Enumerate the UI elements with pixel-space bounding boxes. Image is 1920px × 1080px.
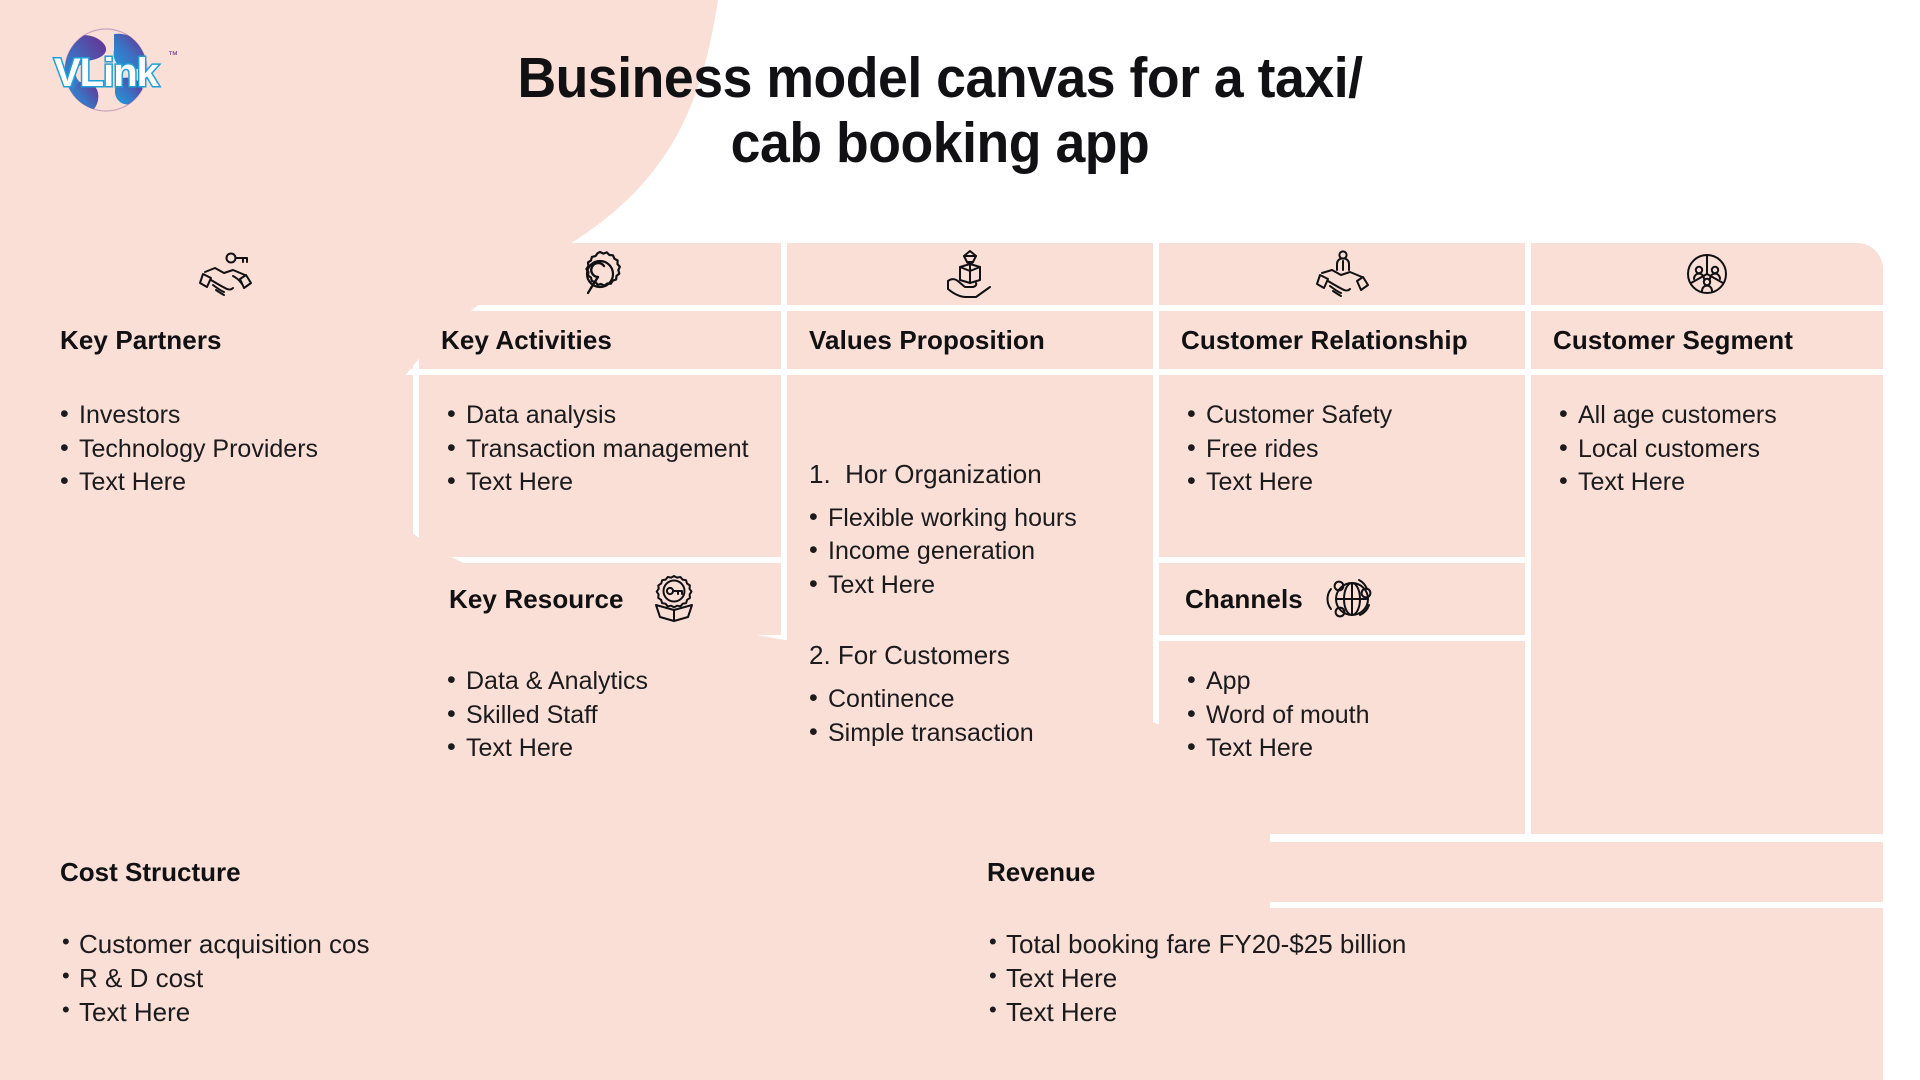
- list-item: Flexible working hours: [809, 501, 1139, 535]
- channels-list: App Word of mouth Text Here: [1187, 664, 1507, 765]
- trademark-symbol: ™: [168, 50, 178, 61]
- gear-wrench-icon: [585, 250, 621, 295]
- list-item: Text Here: [1559, 465, 1865, 499]
- vp-group-1-title: 1. Hor Organization: [809, 458, 1042, 489]
- customer-relationship-list: Customer Safety Free rides Text Here: [1187, 398, 1507, 499]
- list-item: Text Here: [809, 568, 1139, 602]
- values-proposition-body: 1. Hor Organization Flexible working hou…: [787, 375, 1153, 834]
- revenue-list: Total booking fare FY20-$25 billion Text…: [989, 928, 1865, 1028]
- vp-group-1: 1. Hor Organization Flexible working hou…: [809, 459, 1139, 603]
- vp-group-2: 2. For Customers Continence Simple trans…: [809, 640, 1139, 750]
- cost-structure-body: Customer acquisition cos R & D cost Text…: [38, 908, 951, 1080]
- key-activities-icon-cell: [419, 243, 781, 305]
- customer-segment-list: All age customers Local customers Text H…: [1559, 398, 1865, 499]
- cost-structure-title: Cost Structure: [60, 856, 241, 887]
- vp-group-1-list: Flexible working hours Income generation…: [809, 501, 1139, 602]
- list-item: App: [1187, 664, 1507, 698]
- handshake-key-icon: [198, 252, 252, 296]
- column-customer-relationship: Customer Relationship Customer Safety Fr…: [1159, 243, 1525, 834]
- key-activities-header-cell: Key Activities: [419, 311, 781, 369]
- list-item: Free rides: [1187, 432, 1507, 466]
- cost-structure-header-cell: Cost Structure: [38, 842, 951, 902]
- key-activities-list: Data analysis Transaction management Tex…: [447, 398, 763, 499]
- key-activities-body: Data analysis Transaction management Tex…: [419, 375, 781, 557]
- customer-segment-title: Customer Segment: [1553, 324, 1793, 355]
- list-item: Income generation: [809, 534, 1139, 568]
- business-model-canvas: Key Partners Investors Technology Provid…: [38, 243, 1883, 1080]
- list-item: Customer acquisition cos: [62, 928, 933, 961]
- key-partners-header-cell: Key Partners: [38, 311, 413, 369]
- list-item: Simple transaction: [809, 716, 1139, 750]
- list-item: Text Here: [989, 962, 1865, 995]
- list-item: Text Here: [1187, 731, 1507, 765]
- list-item: Text Here: [447, 731, 763, 765]
- canvas-top-row: Key Partners Investors Technology Provid…: [38, 243, 1883, 834]
- channels-header-cell: Channels: [1159, 563, 1525, 635]
- canvas-bottom-row: Cost Structure Customer acquisition cos …: [38, 842, 1883, 1080]
- vlink-logo-icon: VLink ™: [53, 28, 178, 112]
- key-partners-icon-cell: [38, 243, 413, 305]
- list-item: Local customers: [1559, 432, 1865, 466]
- values-proposition-icon-cell: [787, 243, 1153, 305]
- key-partners-body: Investors Technology Providers Text Here: [38, 375, 413, 834]
- customer-segment-icon-cell: [1531, 243, 1883, 305]
- revenue-header-cell: Revenue: [957, 842, 1883, 902]
- list-item: R & D cost: [62, 962, 933, 995]
- column-customer-segment: Customer Segment All age customers Local…: [1531, 243, 1883, 834]
- key-resource-body: Data & Analytics Skilled Staff Text Here: [419, 641, 781, 834]
- column-cost-structure: Cost Structure Customer acquisition cos …: [38, 842, 951, 1080]
- customer-relationship-icon-cell: [1159, 243, 1525, 305]
- handshake-person-icon: [1316, 250, 1369, 297]
- customer-segment-body: All age customers Local customers Text H…: [1531, 375, 1883, 834]
- list-item: Continence: [809, 682, 1139, 716]
- key-in-box-icon: [654, 575, 693, 622]
- column-key-activities: Key Activities Data analysis Transaction…: [419, 243, 781, 834]
- channels-title: Channels: [1185, 583, 1303, 614]
- people-circle-icon: [1687, 254, 1727, 294]
- vlink-logo[interactable]: VLink ™: [40, 26, 192, 114]
- list-item: Technology Providers: [60, 432, 395, 466]
- list-item: Text Here: [1187, 465, 1507, 499]
- list-item: Total booking fare FY20-$25 billion: [989, 928, 1865, 961]
- list-item: Customer Safety: [1187, 398, 1507, 432]
- values-proposition-title: Values Proposition: [809, 324, 1045, 355]
- key-resource-list: Data & Analytics Skilled Staff Text Here: [447, 664, 763, 765]
- list-item: Word of mouth: [1187, 698, 1507, 732]
- hand-diamond-icon: [947, 250, 991, 298]
- svg-text:VLink: VLink: [54, 51, 160, 95]
- column-values-proposition: Values Proposition 1. Hor Organization F…: [787, 243, 1153, 834]
- key-resource-title: Key Resource: [449, 583, 624, 614]
- vp-group-2-list: Continence Simple transaction: [809, 682, 1139, 750]
- list-item: Text Here: [62, 996, 933, 1029]
- key-partners-title: Key Partners: [60, 324, 222, 355]
- list-item: Data & Analytics: [447, 664, 763, 698]
- page-header: VLink ™ Business model canvas for a taxi…: [0, 0, 1920, 238]
- list-item: Text Here: [60, 465, 395, 499]
- values-proposition-header-cell: Values Proposition: [787, 311, 1153, 369]
- cost-structure-list: Customer acquisition cos R & D cost Text…: [62, 928, 933, 1028]
- column-key-partners: Key Partners Investors Technology Provid…: [38, 243, 413, 834]
- list-item: All age customers: [1559, 398, 1865, 432]
- vp-group-2-title: 2. For Customers: [809, 640, 1010, 671]
- channels-body: App Word of mouth Text Here: [1159, 641, 1525, 834]
- globe-network-icon: [1326, 579, 1372, 618]
- revenue-title: Revenue: [987, 856, 1096, 887]
- list-item: Data analysis: [447, 398, 763, 432]
- column-revenue: Revenue Total booking fare FY20-$25 bill…: [957, 842, 1883, 1080]
- key-resource-header-cell: Key Resource: [419, 563, 781, 635]
- list-item: Text Here: [447, 465, 763, 499]
- infographic-root: VLink ™ Business model canvas for a taxi…: [0, 0, 1920, 1080]
- list-item: Text Here: [989, 996, 1865, 1029]
- customer-segment-header-cell: Customer Segment: [1531, 311, 1883, 369]
- revenue-body: Total booking fare FY20-$25 billion Text…: [957, 908, 1883, 1080]
- list-item: Skilled Staff: [447, 698, 763, 732]
- customer-relationship-body: Customer Safety Free rides Text Here: [1159, 375, 1525, 557]
- customer-relationship-title: Customer Relationship: [1181, 324, 1468, 355]
- list-item: Transaction management: [447, 432, 763, 466]
- page-title: Business model canvas for a taxi/ cab bo…: [517, 46, 1363, 175]
- customer-relationship-header-cell: Customer Relationship: [1159, 311, 1525, 369]
- list-item: Investors: [60, 398, 395, 432]
- key-partners-list: Investors Technology Providers Text Here: [60, 398, 395, 499]
- key-activities-title: Key Activities: [441, 324, 612, 355]
